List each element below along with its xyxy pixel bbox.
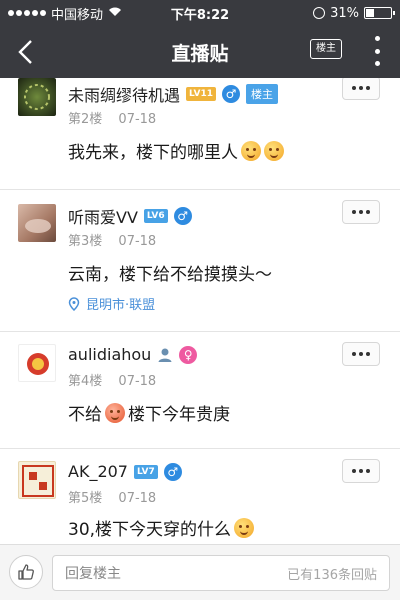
level-badge: LV6 (143, 209, 168, 223)
reply-bar: 回复楼主 已有136条回贴 (0, 544, 400, 600)
post-more-button[interactable] (342, 459, 380, 483)
back-button[interactable] (0, 26, 50, 78)
thumbs-up-icon (18, 564, 34, 580)
post-content-part: 楼下今年贵庚 (128, 405, 230, 425)
post-date: 07-18 (118, 234, 157, 249)
reply-input[interactable]: 回复楼主 已有136条回贴 (52, 555, 390, 591)
rotation-lock-icon (313, 7, 326, 19)
avatar[interactable] (18, 204, 56, 242)
location-pin-icon (68, 296, 80, 311)
list-item: 未雨绸缪待机遇 LV11 ♂ 楼主 第2楼 07-18 我先来，楼下的哪里人 (0, 78, 400, 190)
pouting-face-icon (105, 402, 125, 423)
wifi-icon (108, 6, 122, 20)
level-badge: LV11 (186, 87, 217, 101)
avatar[interactable] (18, 344, 56, 382)
reply-count: 已有136条回贴 (287, 567, 377, 583)
post-content: 我先来，楼下的哪里人 (68, 143, 238, 163)
nav-bar: 直播贴 楼主 (0, 26, 400, 78)
floor-number: 第3楼 (68, 234, 103, 249)
username[interactable]: 未雨绸缪待机遇 (68, 82, 180, 106)
location-link[interactable]: 昆明市·联盟 (68, 294, 155, 313)
floor-number: 第2楼 (68, 112, 103, 127)
avatar[interactable] (18, 461, 56, 499)
battery-icon (364, 7, 395, 19)
list-item: aulidiahou ♀ 第4楼 07-18 不给 楼下今年贵庚 (0, 332, 400, 449)
female-icon: ♀ (179, 345, 198, 364)
level-badge: LV7 (133, 464, 158, 479)
carrier-name: 中国移动 (51, 7, 104, 23)
user-icon (157, 347, 173, 363)
post-date: 07-18 (118, 491, 157, 506)
post-content: 30,楼下今天穿的什么 (68, 520, 232, 540)
battery-percent: 31% (330, 5, 359, 21)
smiling-face-icon (234, 517, 255, 538)
post-more-button[interactable] (342, 200, 380, 224)
reply-placeholder: 回复楼主 (65, 566, 121, 582)
post-content-part: 不给 (68, 405, 102, 425)
floor-number: 第4楼 (68, 374, 103, 389)
status-bar: 中国移动 下午8:22 31% (0, 0, 400, 26)
floor-number: 第5楼 (68, 491, 103, 506)
list-item: AK_207 LV7 ♂ 第5楼 07-18 30,楼下今天穿的什么 (0, 449, 400, 544)
male-icon: ♂ (173, 207, 192, 225)
post-more-button[interactable] (342, 78, 380, 100)
male-icon: ♂ (222, 85, 241, 103)
angry-face-icon (241, 140, 261, 161)
angry-face-icon (264, 140, 284, 161)
list-item: 听雨爱VV LV6 ♂ 第3楼 07-18 云南，楼下给不给摸摸头～ 昆明市·联… (0, 190, 400, 332)
op-badge: 楼主 (246, 84, 279, 104)
post-date: 07-18 (118, 374, 157, 389)
post-date: 07-18 (118, 112, 157, 127)
more-options-button[interactable] (372, 36, 382, 66)
like-button[interactable] (9, 555, 43, 589)
reply-list: 未雨绸缪待机遇 LV11 ♂ 楼主 第2楼 07-18 我先来，楼下的哪里人 听… (0, 78, 400, 544)
chevron-left-icon (18, 40, 32, 64)
signal-strength-icon (8, 10, 46, 16)
username[interactable]: 听雨爱VV (68, 204, 138, 228)
post-more-button[interactable] (342, 342, 380, 366)
location-text: 昆明市·联盟 (86, 298, 156, 313)
only-op-button[interactable]: 楼主 (310, 39, 342, 59)
username[interactable]: AK_207 (68, 462, 128, 481)
username[interactable]: aulidiahou (68, 345, 151, 364)
avatar[interactable] (18, 78, 56, 116)
post-content: 云南，楼下给不给摸摸头～ (68, 265, 272, 285)
male-icon: ♂ (163, 462, 182, 481)
